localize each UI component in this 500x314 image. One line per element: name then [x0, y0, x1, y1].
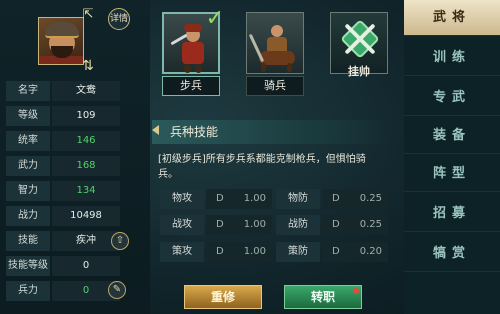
stat-value: 10498: [52, 206, 120, 226]
attr-strategy-attack: 策攻 D 1.00: [160, 242, 272, 262]
stat-label: 武力: [6, 156, 50, 176]
attr-battle-defense: 战防 D 0.25: [276, 215, 388, 235]
attr-strategy-defense: 策防 D 0.20: [276, 242, 388, 262]
tab-training[interactable]: 训练: [404, 40, 500, 76]
attr-value-box: D 1.00: [206, 189, 272, 209]
attr-value-box: D 0.20: [322, 242, 388, 262]
attr-grade: D: [332, 246, 340, 257]
job-change-button[interactable]: 转职: [284, 285, 362, 309]
attr-physical-defense: 物防 D 0.25: [276, 189, 388, 209]
stat-value: 146: [52, 131, 120, 151]
troop-label: 骑兵: [246, 76, 304, 96]
attr-name: 战防: [276, 215, 320, 235]
notification-dot: [353, 288, 359, 294]
stat-label: 名字: [6, 81, 50, 101]
check-icon: ✓: [205, 6, 224, 31]
stat-row-troops: 兵力 0: [6, 281, 120, 301]
stat-value: 0: [52, 256, 120, 276]
stat-row-power: 战力 10498: [6, 206, 120, 226]
attr-grade: D: [332, 219, 340, 230]
tab-exclusive-weapon[interactable]: 专武: [404, 80, 500, 116]
attr-grade: D: [216, 193, 224, 204]
stat-label: 技能: [6, 231, 50, 251]
attr-name: 策防: [276, 242, 320, 262]
stat-value: 文鸯: [52, 81, 120, 101]
troop-card-commander[interactable]: 挂帅: [330, 12, 388, 98]
attr-number: 1.00: [243, 193, 266, 204]
attr-number: 0.25: [359, 219, 382, 230]
attr-grade: D: [216, 219, 224, 230]
troop-card-cavalry[interactable]: 骑兵: [246, 12, 304, 98]
troop-card-infantry[interactable]: ✓ 步兵: [162, 6, 224, 98]
attr-number: 0.25: [359, 193, 382, 204]
attr-name: 物攻: [160, 189, 204, 209]
detail-button[interactable]: 详情: [108, 8, 130, 30]
skill-description: [初级步兵]所有步兵系都能克制枪兵，但惧怕骑兵。: [158, 154, 366, 180]
stat-value: 疾冲: [52, 231, 120, 251]
skill-upgrade-icon[interactable]: ⇧: [111, 232, 129, 250]
collapse-arrow-icon: [152, 125, 159, 135]
stat-row-skill: 技能 疾冲: [6, 231, 120, 251]
tab-general[interactable]: 武将: [404, 0, 500, 36]
stat-row-skill-level: 技能等级 0: [6, 256, 120, 276]
attr-value-box: D 1.00: [206, 215, 272, 235]
attr-physical-attack: 物攻 D 1.00: [160, 189, 272, 209]
troop-label: 步兵: [162, 76, 220, 96]
tab-equipment[interactable]: 装备: [404, 118, 500, 154]
stat-row-name: 名字 文鸯: [6, 81, 120, 101]
stat-row-level: 等级 109: [6, 106, 120, 126]
attr-grade: D: [332, 193, 340, 204]
attr-number: 1.00: [243, 246, 266, 257]
stat-label: 技能等级: [6, 256, 50, 276]
side-tab-bar: 武将 训练 专武 装备 阵型 招募 犒赏: [404, 0, 500, 314]
stat-value: 168: [52, 156, 120, 176]
tab-reward[interactable]: 犒赏: [404, 236, 500, 272]
stat-value: 134: [52, 181, 120, 201]
attr-number: 0.20: [359, 246, 382, 257]
troop-label: 挂帅: [348, 65, 370, 78]
stat-row-command: 统率 146: [6, 131, 120, 151]
stat-label: 战力: [6, 206, 50, 226]
attr-value-box: D 0.25: [322, 215, 388, 235]
job-change-label: 转职: [310, 290, 335, 304]
stat-row-force: 武力 168: [6, 156, 120, 176]
cavalry-icon: [246, 12, 304, 74]
swap-icon[interactable]: ⇅: [80, 58, 96, 74]
attr-battle-attack: 战攻 D 1.00: [160, 215, 272, 235]
skill-title: 兵种技能: [170, 125, 219, 139]
rebuild-button[interactable]: 重修: [184, 285, 262, 309]
attr-grade: D: [216, 246, 224, 257]
edit-troops-icon[interactable]: ✎: [108, 281, 126, 299]
stat-label: 统率: [6, 131, 50, 151]
attr-name: 战攻: [160, 215, 204, 235]
share-icon[interactable]: ⇱: [80, 7, 96, 23]
attr-name: 策攻: [160, 242, 204, 262]
tab-recruit[interactable]: 招募: [404, 196, 500, 232]
stat-label: 兵力: [6, 281, 50, 301]
attr-name: 物防: [276, 189, 320, 209]
stat-row-intellect: 智力 134: [6, 181, 120, 201]
tab-formation[interactable]: 阵型: [404, 156, 500, 192]
attr-number: 1.00: [243, 219, 266, 230]
general-portrait[interactable]: [38, 17, 84, 65]
attr-value-box: D 0.25: [322, 189, 388, 209]
stat-label: 智力: [6, 181, 50, 201]
skill-header: 兵种技能: [152, 120, 388, 144]
stat-value: 109: [52, 106, 120, 126]
attr-value-box: D 1.00: [206, 242, 272, 262]
stat-label: 等级: [6, 106, 50, 126]
